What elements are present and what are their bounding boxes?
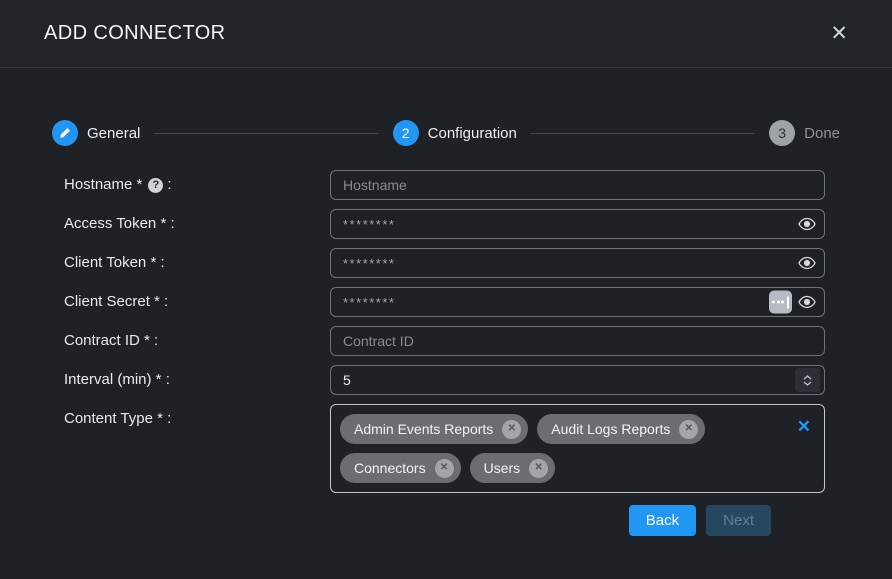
chip-audit-logs-reports: Audit Logs Reports ✕ [537, 414, 705, 444]
access-token-field-wrap [330, 209, 825, 239]
show-password-eye-icon[interactable] [796, 255, 818, 272]
chevron-down-icon [803, 381, 812, 386]
chip-connectors: Connectors ✕ [340, 453, 461, 483]
form-row-interval: Interval (min) * : [64, 365, 825, 395]
ext-dot [781, 301, 784, 304]
interval-input[interactable] [330, 365, 825, 395]
client-secret-label: Client Secret * : [64, 287, 330, 317]
stepper-connector [154, 133, 378, 134]
step-general-circle [52, 120, 78, 146]
client-secret-input[interactable] [330, 287, 825, 317]
step-configuration[interactable]: 2 Configuration [393, 120, 517, 146]
chip-users: Users ✕ [470, 453, 556, 483]
step-general-label: General [87, 125, 140, 142]
show-password-eye-icon[interactable] [796, 294, 818, 311]
form-row-client-token: Client Token * : [64, 248, 825, 278]
client-token-field-wrap [330, 248, 825, 278]
chip-remove-icon[interactable]: ✕ [679, 420, 698, 439]
close-icon[interactable]: ✕ [826, 21, 852, 46]
contract-id-label: Contract ID * : [64, 326, 330, 356]
hostname-input[interactable] [330, 170, 825, 200]
stepper-connector [531, 133, 755, 134]
chip-label: Users [484, 460, 521, 476]
chip-admin-events-reports: Admin Events Reports ✕ [340, 414, 528, 444]
hostname-field-wrap [330, 170, 825, 200]
dialog-header: ADD CONNECTOR ✕ [0, 0, 892, 68]
ext-dot [772, 301, 775, 304]
client-token-input[interactable] [330, 248, 825, 278]
form-row-content-type: Content Type * : Admin Events Reports ✕ … [64, 404, 825, 493]
back-button[interactable]: Back [629, 505, 696, 536]
chip-label: Connectors [354, 460, 426, 476]
hostname-label-colon: : [167, 170, 171, 200]
form-row-hostname: Hostname * ? : [64, 170, 825, 200]
interval-label: Interval (min) * : [64, 365, 330, 395]
help-icon[interactable]: ? [148, 178, 163, 193]
access-token-label: Access Token * : [64, 209, 330, 239]
add-connector-dialog: ADD CONNECTOR ✕ General 2 Configuration … [0, 0, 892, 579]
chip-label: Audit Logs Reports [551, 421, 670, 437]
dialog-title: ADD CONNECTOR [44, 22, 226, 45]
contract-id-field-wrap [330, 326, 825, 356]
show-password-eye-icon[interactable] [796, 216, 818, 233]
form-row-contract-id: Contract ID * : [64, 326, 825, 356]
client-secret-field-wrap [330, 287, 825, 317]
step-done: 3 Done [769, 120, 840, 146]
client-token-label: Client Token * : [64, 248, 330, 278]
step-configuration-circle: 2 [393, 120, 419, 146]
step-configuration-label: Configuration [428, 125, 517, 142]
chevron-up-icon [803, 375, 812, 380]
step-done-label: Done [804, 125, 840, 142]
password-autofill-extension-icon[interactable] [769, 291, 792, 314]
interval-field-wrap [330, 365, 825, 395]
ext-bar [787, 296, 789, 308]
hostname-label-text: Hostname * [64, 170, 142, 200]
hostname-label: Hostname * ? : [64, 170, 330, 200]
chip-remove-icon[interactable]: ✕ [435, 459, 454, 478]
pencil-icon [59, 127, 71, 139]
content-type-label: Content Type * : [64, 404, 330, 434]
wizard-stepper: General 2 Configuration 3 Done [52, 120, 840, 146]
clear-selection-icon[interactable]: ✕ [797, 418, 811, 435]
form-row-client-secret: Client Secret * : [64, 287, 825, 317]
step-general[interactable]: General [52, 120, 140, 146]
access-token-input[interactable] [330, 209, 825, 239]
chip-remove-icon[interactable]: ✕ [502, 420, 521, 439]
step-done-circle: 3 [769, 120, 795, 146]
chip-remove-icon[interactable]: ✕ [529, 459, 548, 478]
number-stepper[interactable] [795, 368, 820, 392]
next-button[interactable]: Next [706, 505, 771, 536]
contract-id-input[interactable] [330, 326, 825, 356]
chip-label: Admin Events Reports [354, 421, 493, 437]
content-type-multiselect[interactable]: Admin Events Reports ✕ Audit Logs Report… [330, 404, 825, 493]
content-type-field-wrap: Admin Events Reports ✕ Audit Logs Report… [330, 404, 825, 493]
form-row-access-token: Access Token * : [64, 209, 825, 239]
ext-dot [777, 301, 780, 304]
connector-config-form: Hostname * ? : Access Token * : Client T… [0, 170, 892, 536]
wizard-footer: Back Next [64, 505, 771, 536]
